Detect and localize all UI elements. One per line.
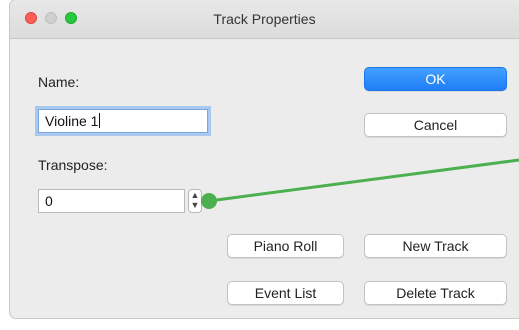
connector-dot <box>201 193 217 209</box>
connector-line <box>208 158 519 203</box>
connector-overlay <box>201 158 519 209</box>
